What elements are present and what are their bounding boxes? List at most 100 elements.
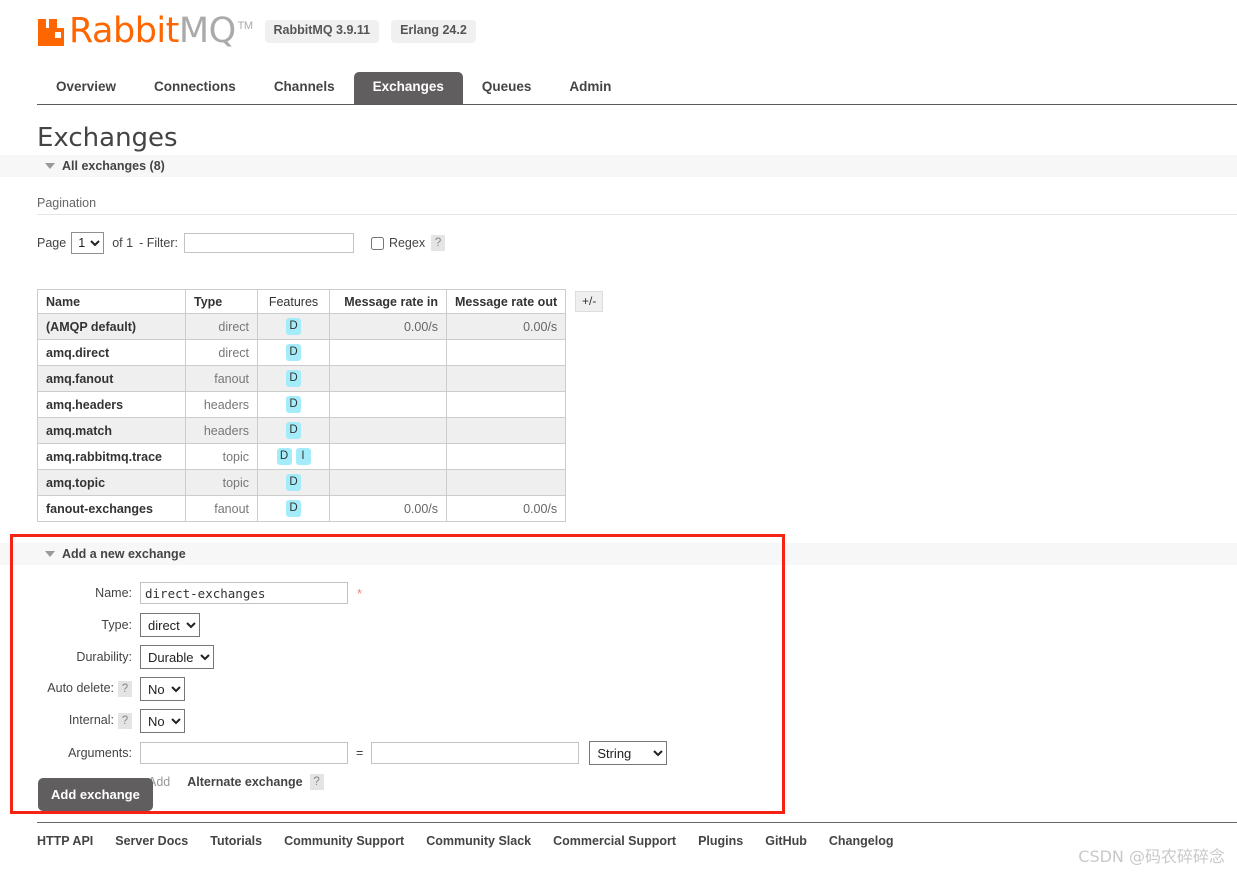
durable-badge: D (286, 422, 301, 439)
table-row[interactable]: amq.rabbitmq.trace topic DI (37, 443, 567, 470)
exchange-type: fanout (185, 365, 258, 392)
tab-overview[interactable]: Overview (37, 72, 135, 104)
footer-link-changelog[interactable]: Changelog (829, 834, 894, 848)
exchange-type: headers (185, 417, 258, 444)
footer-link-community-support[interactable]: Community Support (284, 834, 404, 848)
argument-value-input[interactable] (371, 742, 580, 764)
exchange-rate-in: 0.00/s (329, 495, 447, 522)
logo-mq-text: MQ (178, 11, 236, 51)
logo-tm-text: TM (237, 20, 253, 33)
exchange-type: topic (185, 469, 258, 496)
filter-input[interactable] (183, 233, 354, 253)
footer-link-community-slack[interactable]: Community Slack (426, 834, 531, 848)
pagination-heading: Pagination (37, 196, 97, 210)
footer-link-plugins[interactable]: Plugins (698, 834, 743, 848)
durable-badge: D (286, 370, 301, 387)
column-header-type[interactable]: Type (185, 289, 258, 314)
internal-help-icon[interactable]: ? (118, 713, 132, 729)
auto-delete-help-icon[interactable]: ? (118, 681, 132, 697)
regex-help-icon[interactable]: ? (431, 235, 446, 251)
pagination-divider (37, 214, 1237, 215)
exchange-type: headers (185, 391, 258, 418)
internal-select[interactable]: No (140, 709, 185, 733)
argument-type-select[interactable]: String (589, 741, 668, 765)
exchange-name[interactable]: amq.fanout (37, 365, 186, 392)
brand-logo[interactable]: RabbitMQ TM RabbitMQ 3.9.11 Erlang 24.2 (37, 14, 476, 49)
exchange-name[interactable]: amq.direct (37, 339, 186, 366)
table-row[interactable]: amq.direct direct D (37, 339, 567, 366)
add-exchange-button[interactable]: Add exchange (38, 778, 153, 811)
auto-delete-text: Auto delete: (47, 681, 114, 695)
rabbitmq-version-badge: RabbitMQ 3.9.11 (264, 20, 380, 43)
csdn-watermark: CSDN @码农碎碎念 (1078, 847, 1225, 866)
alternate-exchange-label[interactable]: Alternate exchange (187, 775, 302, 789)
form-row-arguments: Arguments: = String (37, 740, 668, 766)
logo-rabbit-text: Rabbit (69, 11, 179, 51)
exchange-name[interactable]: fanout-exchanges (37, 495, 186, 522)
footer-link-commercial-support[interactable]: Commercial Support (553, 834, 676, 848)
exchange-name-input[interactable] (140, 582, 348, 604)
exchange-name[interactable]: (AMQP default) (37, 313, 186, 340)
durable-badge: D (286, 344, 301, 361)
durability-label: Durability: (76, 650, 132, 664)
tab-queues[interactable]: Queues (463, 72, 551, 104)
filter-label: - Filter: (139, 236, 178, 250)
regex-label: Regex (388, 236, 426, 250)
footer-link-tutorials[interactable]: Tutorials (210, 834, 262, 848)
table-row[interactable]: amq.headers headers D (37, 391, 567, 418)
exchange-rate-in (329, 417, 447, 444)
durability-select[interactable]: Durable (140, 645, 214, 669)
nav-divider (37, 104, 1237, 105)
exchange-name[interactable]: amq.headers (37, 391, 186, 418)
table-row[interactable]: amq.fanout fanout D (37, 365, 567, 392)
tab-channels[interactable]: Channels (255, 72, 354, 104)
table-row[interactable]: fanout-exchanges fanout D 0.00/s 0.00/s (37, 495, 567, 522)
caret-down-icon (45, 163, 55, 169)
page-select[interactable]: 1 (71, 232, 105, 254)
exchange-type: direct (185, 339, 258, 366)
tab-connections[interactable]: Connections (135, 72, 255, 104)
table-row[interactable]: amq.match headers D (37, 417, 567, 444)
footer-link-http-api[interactable]: HTTP API (37, 834, 93, 848)
column-header-rate-out[interactable]: Message rate out (445, 289, 567, 314)
exchange-type: direct (185, 313, 258, 340)
table-row[interactable]: amq.topic topic D (37, 469, 567, 496)
add-exchange-label: Add a new exchange (62, 547, 186, 561)
exchange-rate-out: 0.00/s (445, 495, 567, 522)
regex-checkbox[interactable] (370, 236, 384, 250)
rabbitmq-logo-icon (37, 17, 67, 47)
logo-wordmark: RabbitMQ TM (69, 14, 253, 49)
exchange-rate-out (445, 469, 567, 496)
form-row-type: Type: direct (37, 612, 667, 638)
alternate-exchange-help-icon[interactable]: ? (309, 774, 324, 790)
page-label: Page (37, 236, 67, 250)
form-row-auto-delete: Auto delete:? No (37, 676, 667, 702)
exchange-rate-in (329, 391, 447, 418)
column-header-rate-in[interactable]: Message rate in (329, 289, 447, 314)
argument-actions: Add Alternate exchange ? (148, 772, 667, 792)
column-toggle-button[interactable]: +/- (575, 291, 604, 313)
exchange-name[interactable]: amq.match (37, 417, 186, 444)
page-of-label: of 1 (112, 236, 134, 250)
footer-link-server-docs[interactable]: Server Docs (115, 834, 188, 848)
footer-link-github[interactable]: GitHub (765, 834, 807, 848)
table-header-row: Name Type Features Message rate in Messa… (37, 289, 567, 314)
tab-admin[interactable]: Admin (550, 72, 630, 104)
durable-badge: D (286, 318, 301, 335)
exchange-name[interactable]: amq.rabbitmq.trace (37, 443, 186, 470)
exchange-features: D (257, 495, 330, 522)
exchange-type-select[interactable]: direct (140, 613, 200, 637)
auto-delete-select[interactable]: No (140, 677, 185, 701)
exchange-name[interactable]: amq.topic (37, 469, 186, 496)
column-header-features[interactable]: Features (257, 289, 330, 314)
durable-badge: D (286, 500, 301, 517)
section-all-exchanges[interactable]: All exchanges (8) (0, 155, 1237, 177)
argument-key-input[interactable] (140, 742, 348, 764)
table-row[interactable]: (AMQP default) direct D 0.00/s 0.00/s (37, 313, 567, 340)
tab-exchanges[interactable]: Exchanges (353, 72, 463, 104)
exchange-rate-out (445, 443, 567, 470)
exchange-features: D (257, 339, 330, 366)
internal-text: Internal: (68, 713, 114, 727)
column-header-name[interactable]: Name (37, 289, 186, 314)
section-add-exchange[interactable]: Add a new exchange (0, 543, 1237, 565)
